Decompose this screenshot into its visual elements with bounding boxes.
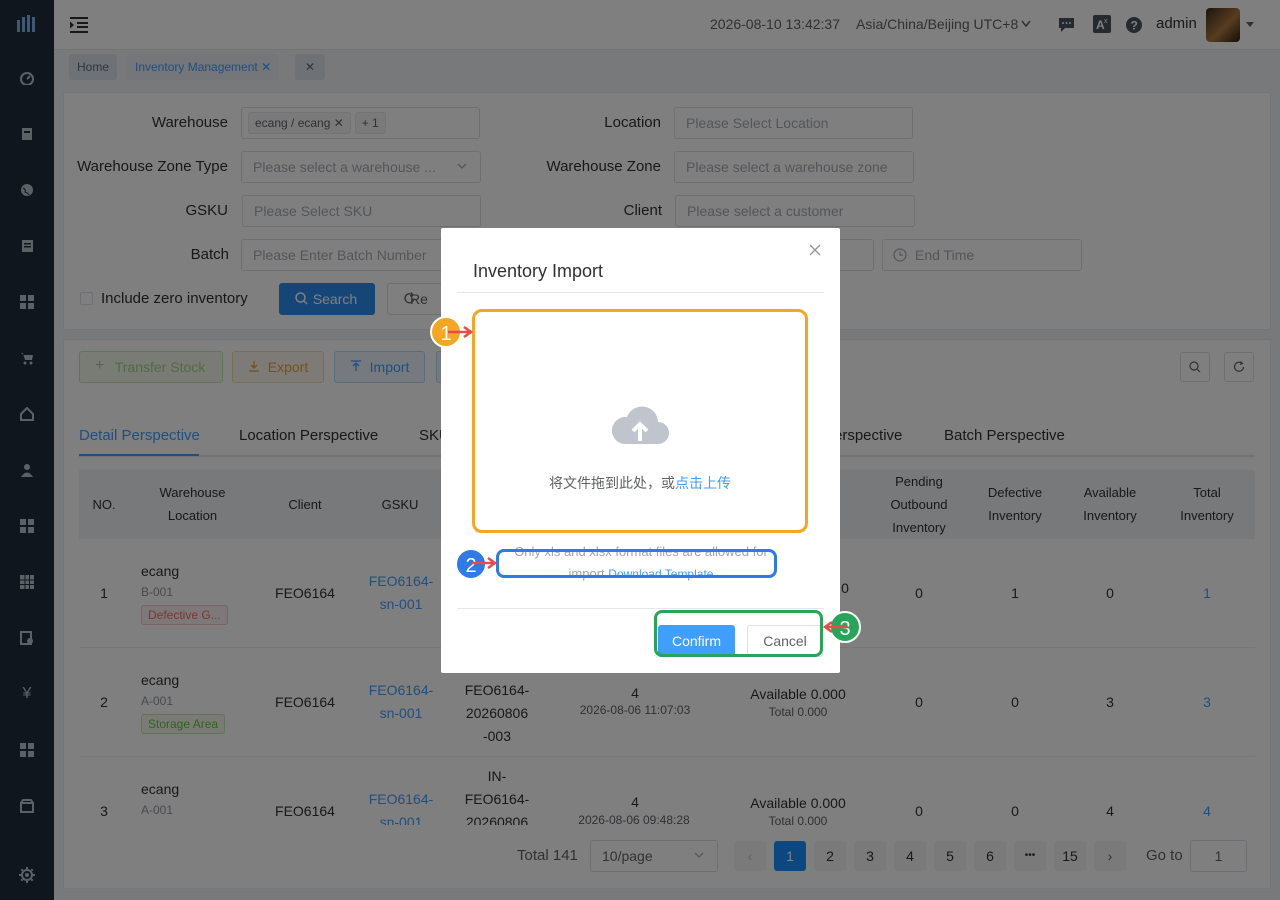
close-icon[interactable] xyxy=(809,244,821,256)
callout-box-upload xyxy=(472,309,808,533)
dialog-header-divider xyxy=(457,292,824,293)
arrow-left-icon xyxy=(822,621,848,633)
dialog-title: Inventory Import xyxy=(473,261,604,281)
arrow-right-icon xyxy=(472,557,498,569)
callout-box-buttons xyxy=(654,610,823,657)
dialog-footer-divider xyxy=(457,608,824,609)
arrow-right-icon xyxy=(448,326,474,338)
callout-box-template xyxy=(496,549,777,578)
